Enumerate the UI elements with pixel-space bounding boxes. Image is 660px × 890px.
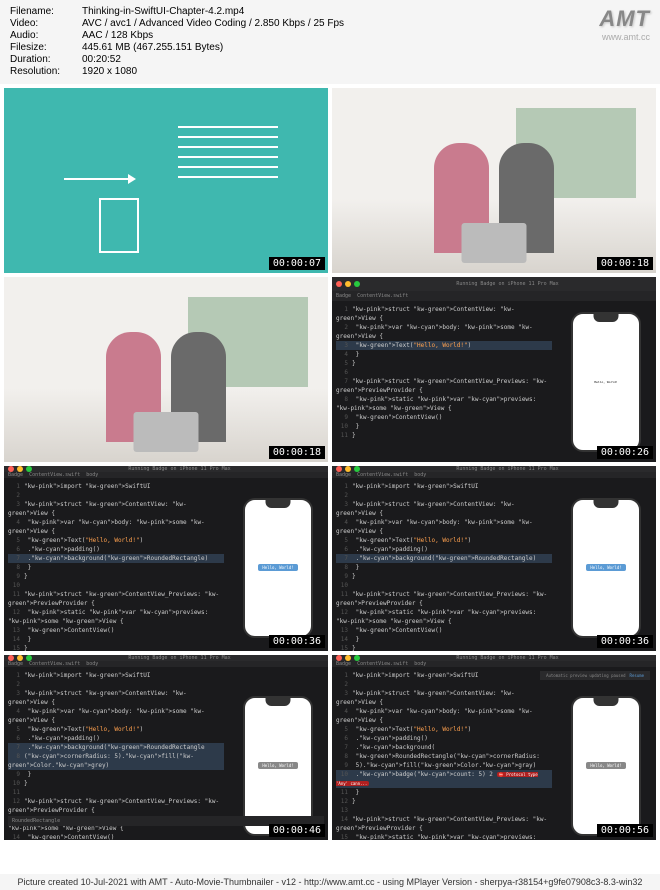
xcode-window: Running Badge on iPhone 11 Pro Max Badge…: [332, 655, 656, 840]
filesize-label: Filesize:: [10, 42, 82, 53]
thumbnail-6: Running Badge on iPhone 11 Pro Max Badge…: [332, 466, 656, 651]
maximize-icon[interactable]: [354, 281, 360, 287]
xcode-window: Running Badge on iPhone 11 Pro Max Badge…: [332, 277, 656, 462]
laptop-icon: [134, 412, 199, 452]
laptop-icon: [462, 223, 527, 263]
timestamp: 00:00:18: [269, 446, 325, 459]
code-editor[interactable]: 1"kw-pink">import "kw-green">SwiftUI23"k…: [4, 667, 228, 840]
timestamp: 00:00:07: [269, 257, 325, 270]
timestamp: 00:00:36: [269, 635, 325, 648]
preview-paused-banner: Automatic preview updating pausedResume: [540, 671, 650, 680]
arrow-icon: [64, 178, 134, 180]
slide-graphic: [4, 88, 328, 273]
thumbnail-1: 00:00:07: [4, 88, 328, 273]
thumbnail-3: 00:00:18: [4, 277, 328, 462]
thumbnail-7: Running Badge on iPhone 11 Pro Max Badge…: [4, 655, 328, 840]
room-scene: [4, 277, 328, 462]
resume-button[interactable]: Resume: [630, 673, 644, 678]
duration-label: Duration:: [10, 54, 82, 65]
resolution-value: 1920 x 1080: [82, 66, 137, 77]
watermark-url: www.amt.cc: [599, 32, 650, 42]
close-icon[interactable]: [336, 281, 342, 287]
timestamp: 00:00:26: [597, 446, 653, 459]
preview-canvas[interactable]: Hello, World!: [556, 667, 656, 840]
watermark: AMT www.amt.cc: [599, 6, 650, 42]
preview-canvas[interactable]: Hello, World!: [556, 478, 656, 651]
minimize-icon[interactable]: [345, 281, 351, 287]
thumbnail-2: 00:00:18: [332, 88, 656, 273]
thumbnail-grid: 00:00:07 00:00:18 00:00:18 Running Badge…: [0, 84, 660, 844]
code-editor[interactable]: 1"kw-pink">struct "kw-green">ContentView…: [332, 301, 556, 462]
filesize-value: 445.61 MB (467.255.151 Bytes): [82, 42, 223, 53]
code-editor[interactable]: 1"kw-pink">import "kw-green">SwiftUI23"k…: [332, 667, 556, 840]
resolution-label: Resolution:: [10, 66, 82, 77]
xcode-tabs[interactable]: BadgeContentView.swift: [332, 291, 656, 301]
xcode-window: Running Badge on iPhone 11 Pro Max Badge…: [4, 655, 328, 840]
thumbnail-8: Running Badge on iPhone 11 Pro Max Badge…: [332, 655, 656, 840]
xcode-window: Running Badge on iPhone 11 Pro Max Badge…: [4, 466, 328, 651]
timestamp: 00:00:18: [597, 257, 653, 270]
preview-canvas[interactable]: Hello, World!: [228, 667, 328, 840]
filename-label: Filename:: [10, 6, 82, 17]
preview-canvas[interactable]: Hello, World!: [228, 478, 328, 651]
xcode-window: Running Badge on iPhone 11 Pro Max Badge…: [332, 466, 656, 651]
thumbnail-4: Running Badge on iPhone 11 Pro Max Badge…: [332, 277, 656, 462]
video-value: AVC / avc1 / Advanced Video Coding / 2.8…: [82, 18, 344, 29]
audio-value: AAC / 128 Kbps: [82, 30, 153, 41]
filename-value: Thinking-in-SwiftUI-Chapter-4.2.mp4: [82, 6, 244, 17]
timestamp: 00:00:46: [269, 824, 325, 837]
duration-value: 00:20:52: [82, 54, 121, 65]
room-scene: [332, 88, 656, 273]
preview-canvas[interactable]: Hello, World!: [556, 301, 656, 462]
audio-label: Audio:: [10, 30, 82, 41]
footer-text: Picture created 10-Jul-2021 with AMT - A…: [0, 874, 660, 890]
thumbnail-5: Running Badge on iPhone 11 Pro Max Badge…: [4, 466, 328, 651]
metadata-header: Filename:Thinking-in-SwiftUI-Chapter-4.2…: [0, 0, 660, 84]
timestamp: 00:00:36: [597, 635, 653, 648]
timestamp: 00:00:56: [597, 824, 653, 837]
watermark-logo: AMT: [599, 6, 650, 32]
rect-icon: [99, 198, 139, 253]
video-label: Video:: [10, 18, 82, 29]
code-editor[interactable]: 1"kw-pink">import "kw-green">SwiftUI23"k…: [332, 478, 556, 651]
xcode-status: Running Badge on iPhone 11 Pro Max: [363, 281, 652, 287]
code-editor[interactable]: 1"kw-pink">import "kw-green">SwiftUI23"k…: [4, 478, 228, 651]
